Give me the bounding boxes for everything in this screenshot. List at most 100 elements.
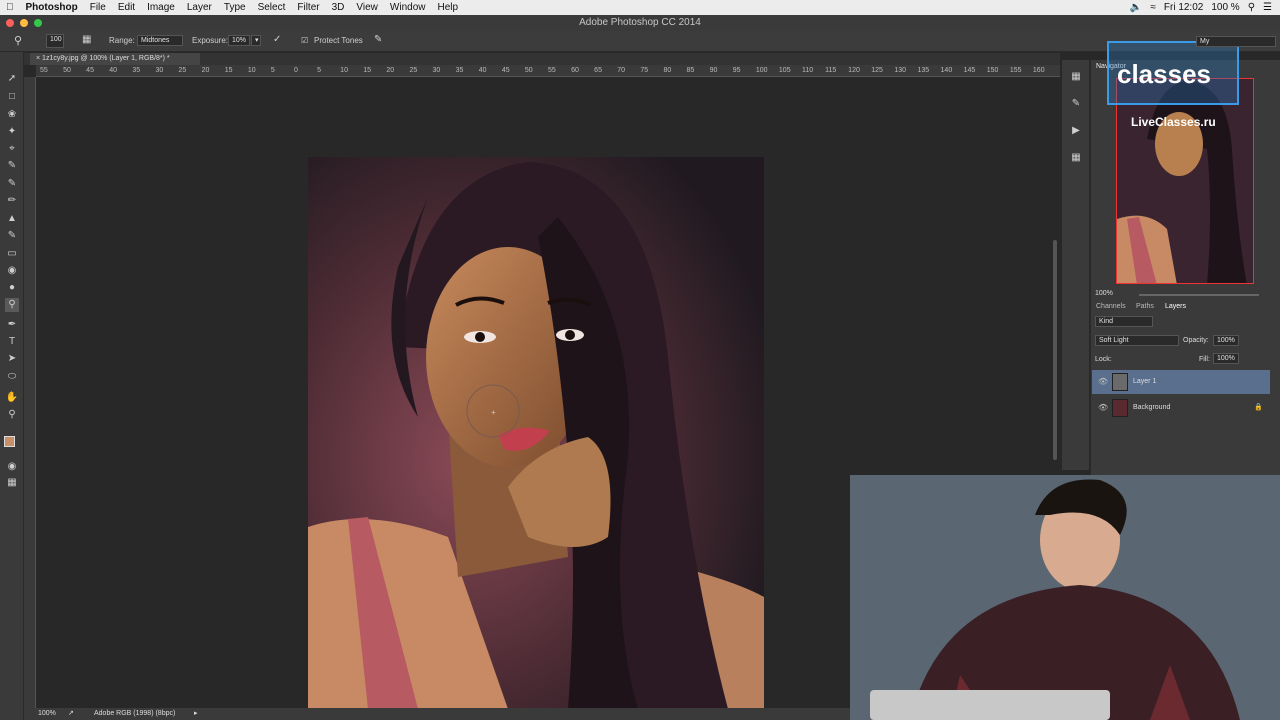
ruler-tick-label: 10 [247,67,256,74]
blend-mode-select[interactable]: Soft Light [1095,335,1179,346]
layer-name[interactable]: Layer 1 [1133,370,1156,394]
ruler-tick-label: 55 [548,67,556,74]
window-titlebar: Adobe Photoshop CC 2014 [0,15,1280,31]
menu-select[interactable]: Select [252,0,292,15]
exposure-field[interactable]: 10% [228,35,250,46]
brush-panel-toggle-icon[interactable]: ▦ [82,34,91,45]
clone-stamp-tool-icon[interactable]: ▲ [5,212,19,226]
vertical-ruler[interactable] [24,77,36,709]
ruler-tick-label: 45 [86,67,94,74]
ruler-tick-label: 130 [894,67,907,74]
lasso-tool-icon[interactable]: ❀ [5,108,19,122]
ruler-tick-label: 75 [640,67,649,74]
screen-mode-icon[interactable]: ▦ [5,476,19,490]
protect-tones-checkbox[interactable]: ☑ [301,36,308,45]
layer-thumbnail [1112,399,1128,417]
quick-selection-tool-icon[interactable]: ✦ [5,125,19,139]
foreground-color-swatch[interactable] [4,436,15,447]
layer-visibility-eye-icon[interactable]: 👁 [1098,370,1108,394]
eraser-tool-icon[interactable]: ▭ [5,247,19,261]
menu-3d[interactable]: 3D [326,0,351,15]
marquee-tool-icon[interactable]: □ [5,90,19,104]
navigator-zoom-slider[interactable] [1139,294,1259,296]
menu-help[interactable]: Help [431,0,464,15]
canvas-vertical-scrollbar[interactable] [1053,240,1057,460]
tab-channels[interactable]: Channels [1096,303,1126,310]
brush-tool-icon[interactable]: ✏ [5,194,19,208]
navigator-preview[interactable]: LiveClasses.ru [1116,78,1254,284]
quick-mask-icon[interactable]: ◉ [5,460,19,474]
document-image[interactable]: + [308,157,764,709]
pressure-size-icon[interactable]: ✎ [374,34,382,45]
fill-field[interactable]: 100% [1213,353,1239,364]
dodge-tool-preset-icon[interactable]: ⚲ [14,34,22,47]
eyedropper-tool-icon[interactable]: ✎ [5,159,19,173]
minimize-window-button[interactable] [20,19,28,27]
menu-edit[interactable]: Edit [112,0,141,15]
workspace-select[interactable]: My [1196,36,1276,47]
layer-filter-kind[interactable]: Kind [1095,316,1153,327]
volume-icon[interactable]: 🔈 [1130,0,1142,15]
horizontal-ruler[interactable]: 55 50 45 40 35 30 25 20 15 10 5 0 5 10 15 20 25 30 35 40 45 5… [36,65,1060,77]
blur-tool-icon[interactable]: ● [5,281,19,295]
status-menu-arrow-icon[interactable]: ▸ [194,708,198,720]
navigator-zoom[interactable]: 100% [1095,290,1113,297]
layer-row-background[interactable]: 👁 Background 🔒 [1092,396,1270,420]
move-tool-icon[interactable]: ➚ [5,72,19,86]
tab-paths[interactable]: Paths [1136,303,1154,310]
dodge-tool-icon[interactable]: ⚲ [5,298,19,312]
battery-status[interactable]: 100 % [1211,0,1239,15]
spotlight-search-icon[interactable]: ⚲ [1248,0,1255,15]
path-selection-tool-icon[interactable]: ➤ [5,352,19,366]
mac-menubar:  Photoshop File Edit Image Layer Type S… [0,0,1280,15]
pen-tool-icon[interactable]: ✒ [5,318,19,332]
ruler-tick-label: 25 [409,67,418,74]
history-brush-tool-icon[interactable]: ✎ [5,229,19,243]
ruler-tick-label: 115 [825,67,837,74]
layer-visibility-eye-icon[interactable]: 👁 [1098,396,1108,420]
portrait-photo: + [308,157,764,709]
share-icon[interactable]: ↗ [68,708,74,720]
ellipse-tool-icon[interactable]: ⬭ [5,370,19,384]
layer-row-layer-1[interactable]: 👁 Layer 1 [1092,370,1270,394]
wifi-icon[interactable]: ≈ [1150,0,1156,15]
ruler-tick-label: 50 [524,67,533,74]
zoom-window-button[interactable] [34,19,42,27]
range-select[interactable]: Midtones [137,35,183,46]
liveclasses-logo: classes [1107,41,1239,105]
layer-name[interactable]: Background [1133,396,1170,420]
status-zoom[interactable]: 100% [38,708,56,720]
menu-view[interactable]: View [350,0,384,15]
menu-filter[interactable]: Filter [291,0,325,15]
airbrush-icon[interactable]: ✓ [273,34,281,45]
history-panel-icon[interactable]: ▦ [1069,70,1083,84]
brush-presets-icon[interactable]: ✎ [1069,97,1083,111]
ruler-tick-label: 135 [917,67,930,74]
properties-panel-icon[interactable]: ▦ [1069,151,1083,165]
document-tab[interactable]: × 1z1cy8y.jpg @ 100% (Layer 1, RGB/8*) * [30,53,200,65]
type-tool-icon[interactable]: T [5,335,19,349]
opacity-field[interactable]: 100% [1213,335,1239,346]
menu-image[interactable]: Image [141,0,181,15]
notification-center-icon[interactable]: ☰ [1263,0,1272,15]
healing-brush-tool-icon[interactable]: ✎ [5,177,19,191]
zoom-tool-icon[interactable]: ⚲ [5,408,19,422]
hand-tool-icon[interactable]: ✋ [5,391,19,405]
ruler-tick-label: 10 [340,67,348,74]
ruler-tick-label: 15 [363,67,372,74]
close-window-button[interactable] [6,19,14,27]
tab-layers[interactable]: Layers [1165,303,1186,310]
menu-type[interactable]: Type [218,0,252,15]
apple-menu-icon[interactable]:  [0,0,20,15]
menubar-clock[interactable]: Fri 12:02 [1164,0,1203,15]
menu-layer[interactable]: Layer [181,0,218,15]
menu-file[interactable]: File [84,0,112,15]
brush-size-field[interactable]: 100 [46,34,64,48]
exposure-slider-toggle[interactable]: ▾ [251,35,261,46]
crop-tool-icon[interactable]: ⌖ [5,142,19,156]
actions-play-icon[interactable]: ▶ [1069,124,1083,138]
ruler-tick-label: 110 [802,67,814,74]
menu-app-photoshop[interactable]: Photoshop [20,0,84,15]
paint-bucket-tool-icon[interactable]: ◉ [5,264,19,278]
menu-window[interactable]: Window [384,0,432,15]
